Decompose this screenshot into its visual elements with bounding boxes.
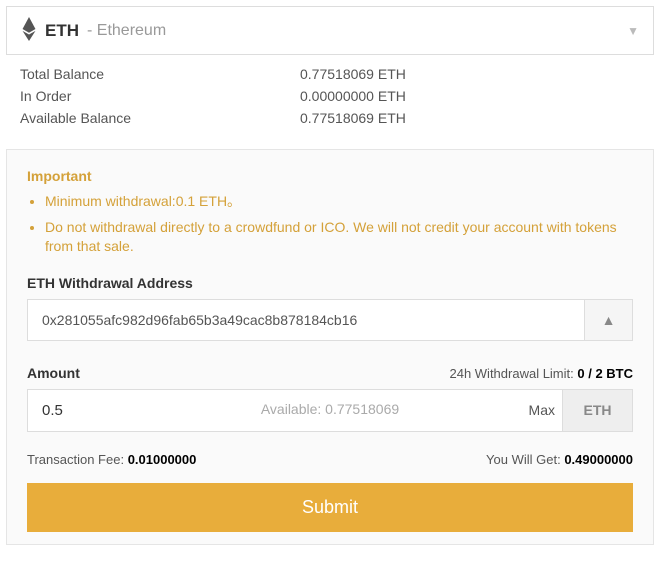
transaction-fee: Transaction Fee: 0.01000000: [27, 452, 196, 467]
limit-prefix: 24h Withdrawal Limit:: [449, 366, 577, 381]
max-button[interactable]: Max: [529, 402, 555, 418]
total-balance-value: 0.77518069 ETH: [300, 66, 406, 82]
address-collapse-button[interactable]: ▲: [585, 299, 633, 341]
triangle-up-icon: ▲: [602, 312, 616, 328]
available-balance-row: Available Balance 0.77518069 ETH: [20, 107, 640, 129]
limit-value: 0 / 2 BTC: [577, 366, 633, 381]
total-balance-label: Total Balance: [20, 66, 300, 82]
in-order-label: In Order: [20, 88, 300, 104]
fee-row: Transaction Fee: 0.01000000 You Will Get…: [27, 452, 633, 467]
important-title: Important: [27, 168, 633, 184]
coin-selector[interactable]: ETH - Ethereum ▼: [6, 6, 654, 55]
get-label: You Will Get:: [486, 452, 564, 467]
coin-selector-left: ETH - Ethereum: [21, 17, 166, 44]
you-will-get: You Will Get: 0.49000000: [486, 452, 633, 467]
available-balance-value: 0.77518069 ETH: [300, 110, 406, 126]
fee-value: 0.01000000: [128, 452, 197, 467]
withdraw-panel: Important Minimum withdrawal:0.1 ETH。 Do…: [6, 149, 654, 545]
withdrawal-address-input[interactable]: [27, 299, 585, 341]
amount-input[interactable]: [27, 389, 563, 432]
important-item: Do not withdrawal directly to a crowdfun…: [45, 218, 633, 257]
available-balance-label: Available Balance: [20, 110, 300, 126]
important-list: Minimum withdrawal:0.1 ETH。 Do not withd…: [27, 192, 633, 257]
address-row: ▲: [27, 299, 633, 341]
chevron-down-icon: ▼: [627, 24, 639, 38]
amount-label: Amount: [27, 365, 80, 381]
in-order-value: 0.00000000 ETH: [300, 88, 406, 104]
address-label: ETH Withdrawal Address: [27, 275, 633, 291]
amount-unit: ETH: [563, 389, 633, 432]
amount-header: Amount 24h Withdrawal Limit: 0 / 2 BTC: [27, 365, 633, 381]
fee-label: Transaction Fee:: [27, 452, 128, 467]
ethereum-icon: [21, 17, 37, 44]
withdrawal-limit: 24h Withdrawal Limit: 0 / 2 BTC: [449, 366, 633, 381]
important-item: Minimum withdrawal:0.1 ETH。: [45, 192, 633, 212]
submit-button[interactable]: Submit: [27, 483, 633, 532]
get-value: 0.49000000: [564, 452, 633, 467]
total-balance-row: Total Balance 0.77518069 ETH: [20, 63, 640, 85]
amount-row: Available: 0.77518069 Max ETH: [27, 389, 633, 432]
in-order-row: In Order 0.00000000 ETH: [20, 85, 640, 107]
balances-panel: Total Balance 0.77518069 ETH In Order 0.…: [6, 55, 654, 143]
coin-symbol: ETH: [45, 21, 79, 41]
coin-name: - Ethereum: [87, 22, 166, 40]
